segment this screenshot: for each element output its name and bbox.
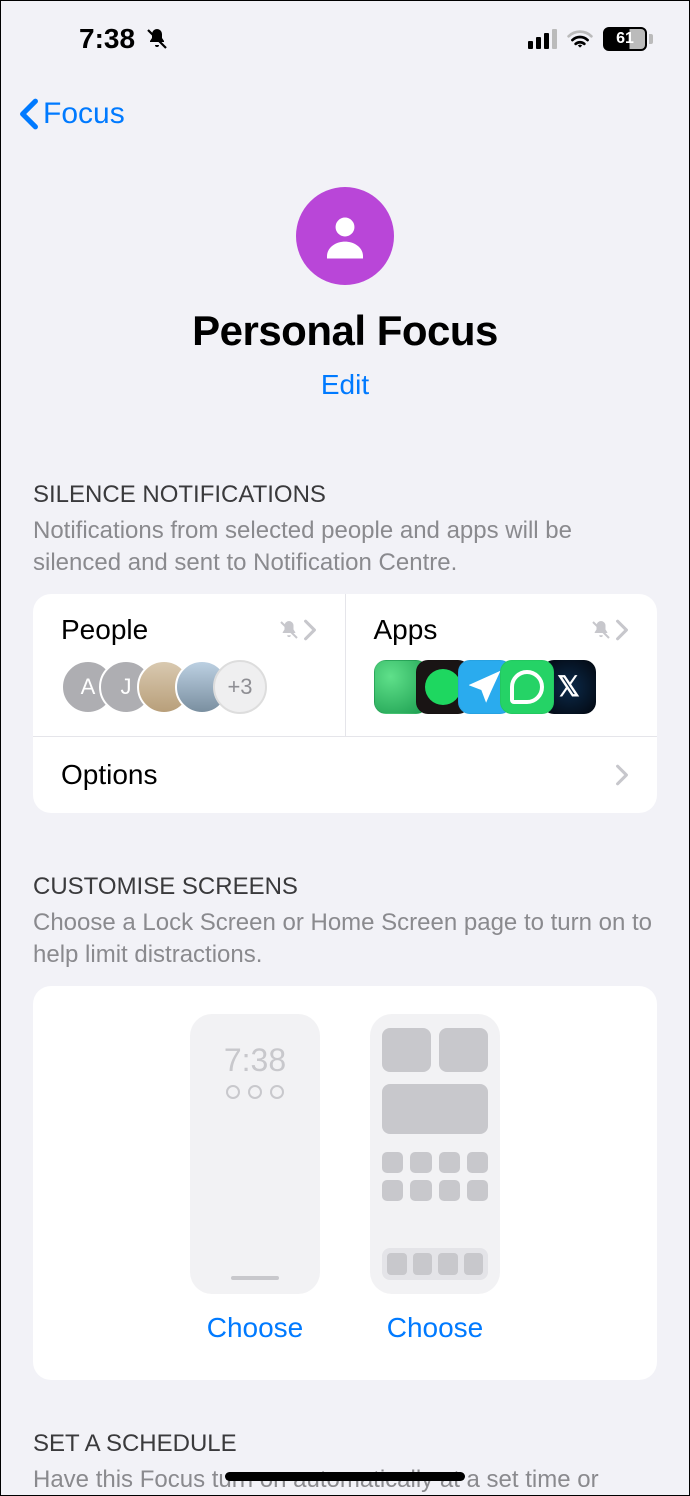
battery-percent: 61 (605, 29, 645, 49)
silence-description: Notifications from selected people and a… (33, 515, 657, 580)
apps-title: Apps (374, 614, 438, 646)
edit-button[interactable]: Edit (321, 369, 369, 401)
schedule-header: SET A SCHEDULE (33, 1430, 657, 1458)
focus-icon-badge (296, 187, 394, 285)
customise-section: CUSTOMISE SCREENS Choose a Lock Screen o… (1, 813, 689, 1380)
battery-icon: 61 (603, 27, 653, 51)
options-row[interactable]: Options (33, 736, 657, 813)
silence-header: SILENCE NOTIFICATIONS (33, 481, 657, 509)
home-bar-icon (231, 1276, 279, 1280)
cellular-icon (528, 29, 557, 49)
focus-header: Personal Focus Edit (1, 141, 689, 421)
chevron-right-icon (615, 619, 629, 641)
focus-title: Personal Focus (21, 307, 669, 355)
back-button[interactable]: Focus (19, 97, 125, 131)
choose-lock-screen-button[interactable]: Choose (207, 1312, 304, 1344)
apps-cell[interactable]: Apps 𝕏 (345, 594, 658, 736)
home-screen-preview[interactable] (370, 1014, 500, 1294)
status-time: 7:38 (79, 23, 135, 55)
back-label: Focus (43, 97, 125, 131)
navigation-bar: Focus (1, 63, 689, 141)
wifi-icon (567, 29, 593, 49)
bell-slash-icon (277, 618, 301, 642)
chevron-left-icon (19, 98, 39, 130)
choose-home-screen-button[interactable]: Choose (387, 1312, 484, 1344)
customise-header: CUSTOMISE SCREENS (33, 873, 657, 901)
app-icon-whatsapp (500, 660, 554, 714)
status-bar: 7:38 61 (1, 1, 689, 63)
people-cell[interactable]: People A J +3 (33, 594, 345, 736)
home-indicator[interactable] (225, 1472, 465, 1481)
status-right: 61 (528, 27, 653, 51)
chevron-right-icon (615, 764, 629, 786)
avatar-overflow: +3 (213, 660, 267, 714)
options-label: Options (61, 759, 158, 791)
people-title: People (61, 614, 148, 646)
chevron-right-icon (303, 619, 317, 641)
dock-icon (382, 1248, 488, 1280)
home-screen-column: Choose (370, 1014, 500, 1344)
app-icons: 𝕏 (374, 660, 630, 714)
lock-screen-preview[interactable]: 7:38 (190, 1014, 320, 1294)
screens-card: 7:38 Choose Choose (33, 986, 657, 1380)
bell-slash-icon (589, 618, 613, 642)
silent-mode-icon (145, 26, 169, 52)
people-avatars: A J +3 (61, 660, 317, 714)
lock-screen-time: 7:38 (224, 1042, 286, 1079)
lock-screen-column: 7:38 Choose (190, 1014, 320, 1344)
lock-screen-widgets-icon (226, 1085, 284, 1099)
person-icon (318, 209, 372, 263)
status-left: 7:38 (79, 23, 169, 55)
silence-section: SILENCE NOTIFICATIONS Notifications from… (1, 421, 689, 813)
silence-card: People A J +3 Apps (33, 594, 657, 813)
customise-description: Choose a Lock Screen or Home Screen page… (33, 907, 657, 972)
